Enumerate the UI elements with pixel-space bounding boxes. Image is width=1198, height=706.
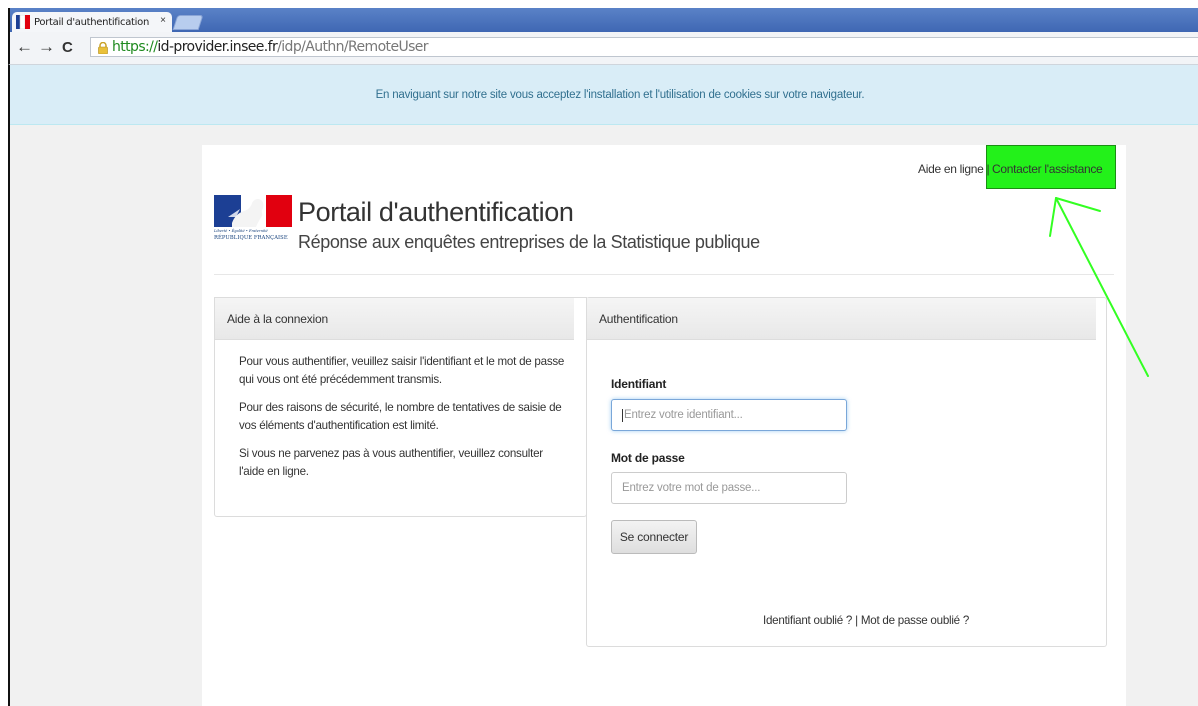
url-host: id-provider.insee.fr (157, 39, 278, 55)
screenshot-frame: Portail d'authentification × ← → C https… (0, 0, 1198, 706)
forward-arrow-icon[interactable]: → (38, 38, 55, 56)
identifier-placeholder: Entrez votre identifiant... (624, 409, 743, 421)
help-panel: Aide à la connexion Pour vous authentifi… (214, 297, 587, 517)
browser-tab[interactable]: Portail d'authentification × (12, 12, 172, 32)
link-separator: | (986, 162, 990, 176)
republique-francaise-logo: Liberté • Égalité • Fraternité RÉPUBLIQU… (214, 195, 292, 247)
forgot-identifier-link[interactable]: Identifiant oublié ? (763, 614, 852, 627)
url-scheme: https:// (112, 39, 158, 55)
help-online-link[interactable]: Aide en ligne | (918, 162, 990, 176)
page-subtitle: Réponse aux enquêtes entreprises de la S… (298, 232, 760, 252)
contact-assistance-link[interactable]: Contacter l'assistance (992, 162, 1103, 176)
marianne-favicon-icon (16, 15, 30, 29)
new-tab-button[interactable] (172, 15, 204, 30)
logo-republique-francaise: RÉPUBLIQUE FRANÇAISE (214, 235, 288, 241)
address-bar: ← → C https:// id-provider.insee.fr /idp… (8, 32, 1198, 65)
cookie-banner-text: En naviguant sur notre site vous accepte… (375, 88, 865, 101)
tab-title: Portail d'authentification (34, 16, 149, 28)
password-input[interactable]: Entrez votre mot de passe... (611, 472, 847, 504)
cookie-banner: En naviguant sur notre site vous accepte… (10, 65, 1198, 125)
authentication-panel: Authentification Identifiant Entrez votr… (586, 297, 1107, 647)
help-panel-heading: Aide à la connexion (215, 298, 574, 340)
main-container: Aide en ligne | Contacter l'assistance L… (202, 145, 1126, 706)
padlock-icon (97, 41, 109, 55)
url-path: /idp/Authn/RemoteUser (277, 39, 428, 55)
url-field[interactable]: https:// id-provider.insee.fr /idp/Authn… (90, 37, 1198, 57)
page-title: Portail d'authentification (298, 197, 574, 227)
forgot-password-link[interactable]: Mot de passe oublié ? (861, 614, 969, 627)
help-paragraph: Pour vous authentifier, veuillez saisir … (239, 355, 565, 386)
reload-icon[interactable]: C (62, 39, 73, 57)
back-arrow-icon[interactable]: ← (16, 38, 33, 56)
marianne-flag-icon (214, 195, 292, 227)
browser-tab-bar: Portail d'authentification × (8, 8, 1198, 32)
help-panel-body: Pour vous authentifier, veuillez saisir … (239, 353, 569, 491)
help-paragraph: Si vous ne parvenez pas à vous authentif… (239, 447, 543, 478)
login-button[interactable]: Se connecter (611, 520, 697, 554)
forgot-links: Identifiant oublié ? | Mot de passe oubl… (763, 614, 969, 627)
forgot-separator: | (855, 614, 858, 627)
password-label: Mot de passe (611, 451, 685, 465)
identifier-input[interactable]: Entrez votre identifiant... (611, 399, 847, 431)
auth-panel-heading: Authentification (587, 298, 1096, 340)
tab-close-icon[interactable]: × (160, 15, 166, 26)
logo-motto: Liberté • Égalité • Fraternité (214, 229, 268, 233)
page-viewport: En naviguant sur notre site vous accepte… (8, 65, 1198, 706)
password-placeholder: Entrez votre mot de passe... (622, 482, 761, 494)
help-paragraph: Pour des raisons de sécurité, le nombre … (239, 401, 562, 432)
top-strip (0, 0, 1198, 8)
help-online-label: Aide en ligne (918, 162, 984, 176)
header-divider (214, 274, 1114, 275)
text-cursor (622, 408, 623, 422)
identifier-label: Identifiant (611, 377, 667, 391)
